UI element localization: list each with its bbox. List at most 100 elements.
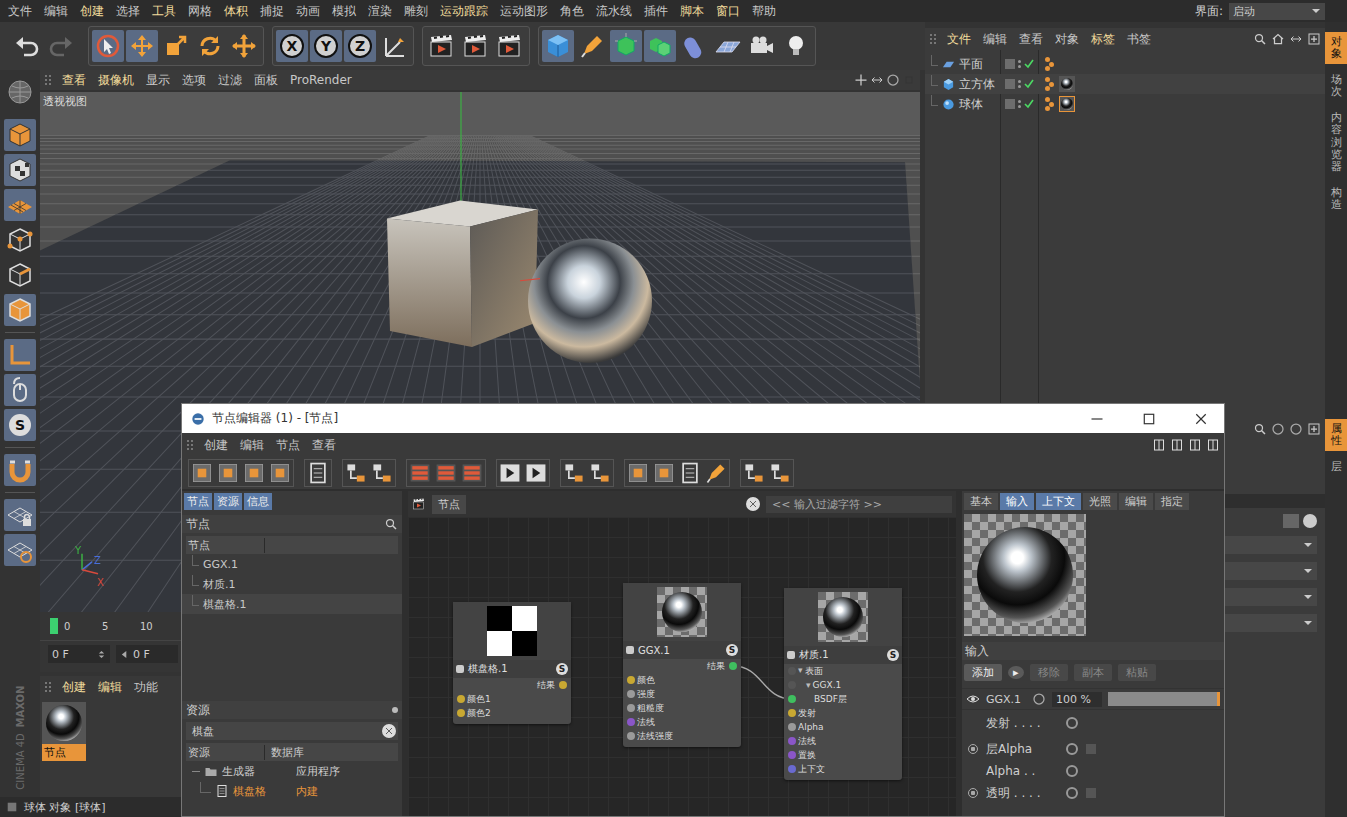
redo-button[interactable] xyxy=(45,30,77,62)
menu-item[interactable]: 工具 xyxy=(146,3,182,20)
checkbox[interactable] xyxy=(1086,788,1096,798)
mode-button[interactable] xyxy=(4,119,36,151)
mode-button[interactable] xyxy=(4,154,36,186)
object-row[interactable]: 球体 xyxy=(925,94,1325,114)
node-canvas[interactable]: 棋盘格.1 S 结果 颜色1 颜色2 GGX.1 S 结果 颜色 强度 粗糙度 … xyxy=(408,517,956,816)
asset-row[interactable]: 生成器 应用程序 xyxy=(186,761,398,781)
mode-button[interactable] xyxy=(4,454,36,486)
object-menu-item[interactable]: 查看 xyxy=(1013,31,1049,48)
bend-button[interactable] xyxy=(678,30,710,62)
light-button[interactable] xyxy=(780,30,812,62)
input-port[interactable]: 置换 xyxy=(784,748,902,762)
layer-button[interactable]: 粘贴 xyxy=(1118,664,1156,681)
input-port[interactable]: ▾表面 xyxy=(784,664,902,678)
node-list-item[interactable]: 棋盘格.1 xyxy=(182,594,402,614)
live-select-button[interactable] xyxy=(92,30,124,62)
pen-button[interactable] xyxy=(576,30,608,62)
layer-button[interactable]: 添加 xyxy=(964,664,1002,681)
menu-item[interactable]: 帮助 xyxy=(746,3,782,20)
move-button[interactable] xyxy=(126,30,158,62)
minimize-button[interactable] xyxy=(1074,404,1120,433)
checkbox[interactable] xyxy=(1086,744,1096,754)
material-swatch[interactable]: 节点 xyxy=(42,702,86,761)
attribute-tab[interactable]: 上下文 xyxy=(1036,493,1081,510)
enabled-check-icon[interactable] xyxy=(1024,59,1034,69)
output-port[interactable]: 结果 xyxy=(623,659,741,673)
layer-button[interactable]: 移除 xyxy=(1030,664,1068,681)
layer-row[interactable]: GGX.1 100 % xyxy=(962,688,1224,710)
radio-icon[interactable] xyxy=(968,788,978,798)
menu-item[interactable]: 运动跟踪 xyxy=(434,3,494,20)
parameter-row[interactable]: 发射 . . . . xyxy=(962,710,1224,736)
clear-filter-icon[interactable] xyxy=(746,497,760,511)
rotate-button[interactable] xyxy=(194,30,226,62)
panel-tab[interactable]: 资源 xyxy=(214,493,242,510)
node-list-item[interactable]: GGX.1 xyxy=(182,554,402,574)
parameter-row[interactable]: 层Alpha xyxy=(962,736,1224,762)
input-port[interactable]: 颜色 xyxy=(623,673,741,687)
radio-icon[interactable] xyxy=(968,744,978,754)
menu-item[interactable]: 文件 xyxy=(2,3,38,20)
scale-button[interactable] xyxy=(160,30,192,62)
input-port[interactable]: 法线 xyxy=(784,734,902,748)
material-menu-item[interactable]: 编辑 xyxy=(92,679,128,696)
subdivision-button[interactable] xyxy=(610,30,642,62)
menu-item[interactable]: 窗口 xyxy=(710,3,746,20)
parameter-row[interactable]: 透明 . . . . xyxy=(962,780,1224,806)
menu-item[interactable]: 模拟 xyxy=(326,3,362,20)
input-port[interactable]: 颜色2 xyxy=(453,706,571,720)
cube-button[interactable] xyxy=(542,30,574,62)
frame-field[interactable]: 0 F xyxy=(48,645,110,663)
asset-row[interactable]: 棋盘格 内建 xyxy=(186,781,398,801)
link-icon[interactable] xyxy=(1066,787,1078,799)
input-port[interactable]: 上下文 xyxy=(784,762,902,776)
link-icon[interactable] xyxy=(1066,743,1078,755)
side-tab[interactable]: 层 xyxy=(1325,457,1347,477)
array-button[interactable] xyxy=(644,30,676,62)
input-port[interactable]: 颜色1 xyxy=(453,692,571,706)
title-bar[interactable]: 节点编辑器 (1) - [节点] xyxy=(182,404,1224,433)
menu-item[interactable]: 脚本 xyxy=(674,3,710,20)
side-tab[interactable]: 属性 xyxy=(1325,419,1347,451)
node-editor-menu-item[interactable]: 查看 xyxy=(306,437,342,454)
menu-item[interactable]: 流水线 xyxy=(590,3,638,20)
attribute-tab[interactable]: 输入 xyxy=(1000,493,1034,510)
viewport-menu-item[interactable]: 面板 xyxy=(248,72,284,89)
viewport-menu-item[interactable]: 显示 xyxy=(140,72,176,89)
side-tab[interactable]: 构造 xyxy=(1325,183,1347,215)
object-menu-item[interactable]: 文件 xyxy=(941,31,977,48)
side-tab[interactable]: 对象 xyxy=(1325,32,1347,64)
mode-button[interactable] xyxy=(4,76,36,108)
object-menu-item[interactable]: 书签 xyxy=(1121,31,1157,48)
mode-button[interactable] xyxy=(4,224,36,256)
render-settings-button[interactable] xyxy=(494,30,526,62)
input-port[interactable]: 法线强度 xyxy=(623,729,741,743)
menu-item[interactable]: 动画 xyxy=(290,3,326,20)
node-editor-menu-item[interactable]: 编辑 xyxy=(234,437,270,454)
playhead[interactable] xyxy=(50,618,58,634)
node-editor-menu-item[interactable]: 创建 xyxy=(198,437,234,454)
material-tag-icon[interactable] xyxy=(1059,96,1075,112)
layout-dropdown[interactable]: 启动 xyxy=(1229,3,1325,20)
side-tab[interactable]: 场次 xyxy=(1325,70,1347,102)
node-list-item[interactable]: 材质.1 xyxy=(182,574,402,594)
layer-button[interactable]: ▸ xyxy=(1008,666,1024,679)
render-view-button[interactable] xyxy=(426,30,458,62)
panel-tab[interactable]: 节点 xyxy=(184,493,212,510)
object-menu-item[interactable]: 编辑 xyxy=(977,31,1013,48)
object-menu-item[interactable]: 对象 xyxy=(1049,31,1085,48)
attribute-tab[interactable]: 光照 xyxy=(1083,493,1117,510)
menu-item[interactable]: 插件 xyxy=(638,3,674,20)
material-tag-icon[interactable] xyxy=(1059,76,1075,92)
object-row[interactable]: 平面 xyxy=(925,54,1325,74)
mode-button[interactable] xyxy=(4,339,36,371)
phong-tag-icon[interactable] xyxy=(1045,77,1055,91)
link-icon[interactable] xyxy=(1066,765,1078,777)
node-editor-menu-item[interactable]: 节点 xyxy=(270,437,306,454)
input-port[interactable]: Alpha xyxy=(784,720,902,734)
enabled-check-icon[interactable] xyxy=(1024,79,1034,89)
axis-lock-button[interactable]: X xyxy=(276,30,308,62)
material-menu-item[interactable]: 功能 xyxy=(128,679,164,696)
menu-item[interactable]: 运动图形 xyxy=(494,3,554,20)
menu-item[interactable]: 编辑 xyxy=(38,3,74,20)
